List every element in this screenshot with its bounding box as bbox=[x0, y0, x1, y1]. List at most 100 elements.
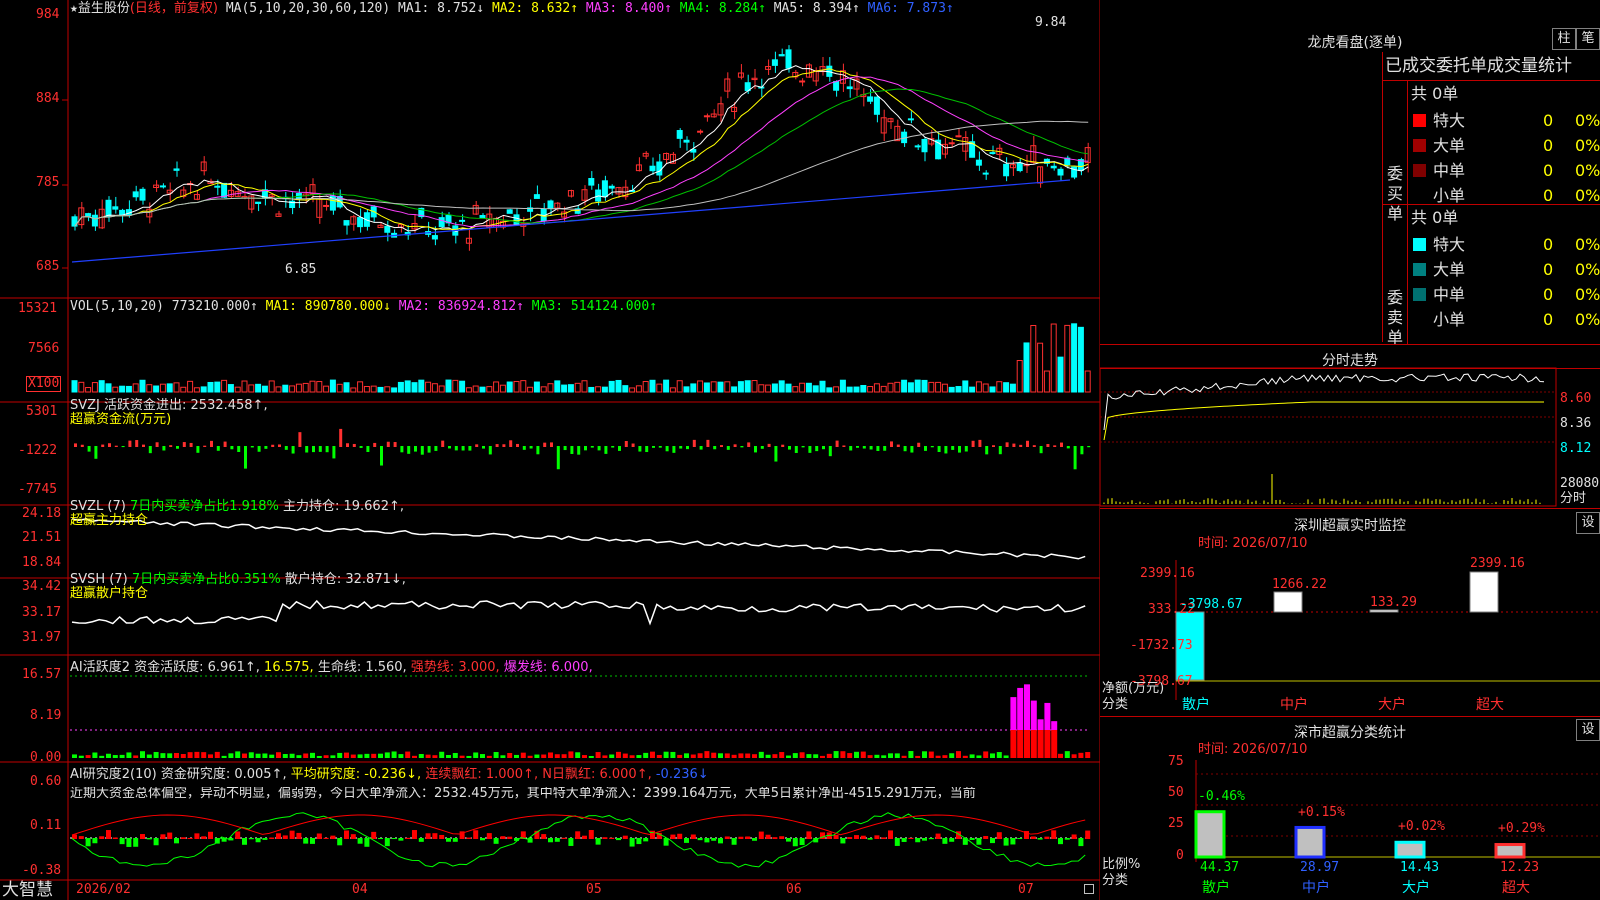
fund-flow-bar bbox=[359, 446, 363, 448]
activity-bar bbox=[432, 755, 438, 758]
fund-flow-bar bbox=[1032, 445, 1036, 447]
activity-bar bbox=[1071, 754, 1077, 758]
candle-body bbox=[595, 189, 602, 202]
fund-flow-bar bbox=[298, 432, 302, 447]
volume-bar bbox=[547, 383, 554, 393]
fund-flow-bar bbox=[434, 446, 438, 451]
volume-bar bbox=[853, 386, 860, 393]
lock-icon[interactable] bbox=[1084, 884, 1094, 894]
activity-bar bbox=[1064, 751, 1070, 758]
fund-flow-bar bbox=[346, 443, 349, 447]
fund-flow-bar bbox=[1066, 446, 1070, 449]
volume-bar bbox=[370, 385, 377, 393]
activity-bar bbox=[799, 752, 805, 758]
fund-flow-bar bbox=[1060, 442, 1063, 447]
volume-bar bbox=[921, 379, 928, 393]
activity-bar bbox=[956, 751, 961, 758]
fund-flow-bar bbox=[1039, 446, 1043, 454]
svzj-axis-2: -1222 bbox=[18, 443, 58, 458]
activity-bar bbox=[439, 751, 445, 758]
candle-body bbox=[975, 159, 982, 166]
research-bar bbox=[296, 832, 302, 839]
research-bar bbox=[398, 838, 404, 841]
activity-bar bbox=[704, 751, 710, 758]
chart-canvas[interactable] bbox=[0, 0, 1100, 900]
research-bar bbox=[786, 838, 791, 842]
szcls-change: +0.02% bbox=[1398, 819, 1445, 834]
activity-bar bbox=[684, 753, 689, 758]
fund-flow-bar bbox=[760, 446, 764, 449]
brand-logo[interactable]: 大智慧 bbox=[2, 881, 53, 899]
research-bar bbox=[622, 835, 628, 839]
ai2-consecutive-red: 连续飘红: 1.000↑, bbox=[425, 767, 539, 782]
activity-bar bbox=[1051, 730, 1058, 758]
activity-bar bbox=[813, 754, 819, 758]
volume-bar bbox=[1057, 356, 1064, 393]
research-bar bbox=[636, 838, 642, 845]
szcls-change: -0.46% bbox=[1198, 789, 1245, 804]
volume-bar bbox=[323, 385, 330, 393]
candle-body bbox=[914, 145, 921, 148]
activity-bar bbox=[656, 754, 662, 758]
volume-bar bbox=[350, 387, 357, 393]
fund-flow-bar bbox=[482, 446, 485, 449]
ma5-value: MA5: 8.394↑ bbox=[773, 1, 860, 16]
activity-bar bbox=[1037, 730, 1044, 758]
research-bar bbox=[806, 831, 812, 839]
fund-flow-bar bbox=[264, 446, 268, 449]
svzj-header: SVZJ 活跃资金进出: 2532.458↑, bbox=[70, 398, 268, 413]
research-bar bbox=[1037, 838, 1043, 840]
activity-bar bbox=[289, 753, 295, 758]
volume-bar bbox=[472, 385, 479, 393]
research-bar bbox=[1064, 838, 1070, 840]
svzl-axis-1: 24.18 bbox=[22, 506, 62, 521]
research-bar bbox=[684, 838, 689, 843]
vol-unit-button[interactable]: X100 bbox=[26, 376, 62, 392]
research-bar bbox=[180, 837, 186, 839]
research-bar bbox=[418, 838, 424, 842]
chart-mode[interactable]: (日线，前复权) bbox=[130, 1, 218, 16]
price-axis-2: 884 bbox=[36, 91, 60, 106]
candle-body bbox=[459, 219, 466, 222]
fund-flow-bar bbox=[930, 446, 934, 448]
szcls-bar bbox=[1394, 840, 1426, 859]
research-bar bbox=[242, 838, 247, 845]
volume-bar bbox=[275, 386, 282, 393]
research-bar bbox=[384, 838, 390, 847]
research-bar bbox=[881, 837, 887, 839]
research-bar bbox=[677, 833, 683, 839]
candle-body bbox=[867, 96, 874, 102]
volume-bar bbox=[316, 381, 323, 393]
research-bar bbox=[697, 838, 703, 841]
volume-bar bbox=[683, 386, 690, 393]
volume-bar bbox=[506, 381, 513, 393]
svzl-label: SVZL (7) bbox=[70, 499, 126, 514]
activity-bar bbox=[806, 754, 812, 758]
activity-bar bbox=[724, 753, 730, 758]
szmon-axis-1: 2399.16 bbox=[1140, 566, 1195, 581]
fund-flow-bar bbox=[291, 446, 295, 454]
research-bar bbox=[330, 835, 336, 839]
svzl-holding: 主力持仓: 19.662↑, bbox=[282, 499, 404, 514]
research-bar bbox=[833, 834, 839, 839]
research-bar bbox=[758, 831, 764, 839]
activity-bar bbox=[935, 755, 941, 758]
szcls-settings-button[interactable]: 设 bbox=[1576, 719, 1600, 741]
activity-bar bbox=[323, 755, 329, 758]
volume-bar bbox=[554, 380, 561, 393]
activity-bar bbox=[269, 754, 275, 758]
svzl-ratio: 7日内买卖净占比1.918% bbox=[129, 499, 279, 514]
fund-flow-bar bbox=[951, 446, 955, 450]
activity-bar bbox=[976, 755, 982, 758]
activity-bar bbox=[330, 755, 336, 758]
research-bar bbox=[255, 838, 261, 843]
szmon-settings-button[interactable]: 设 bbox=[1576, 512, 1600, 534]
stock-name[interactable]: 益生股份 bbox=[78, 1, 130, 16]
szmon-axis-3: -1732.73 bbox=[1130, 638, 1193, 653]
volume-bar bbox=[635, 385, 642, 393]
research-bar bbox=[1003, 838, 1009, 846]
activity-bar bbox=[588, 755, 594, 758]
volume-bar bbox=[928, 381, 935, 393]
activity-bar bbox=[854, 751, 859, 758]
ai2-research: 资金研究度: 0.005↑, bbox=[160, 767, 287, 782]
